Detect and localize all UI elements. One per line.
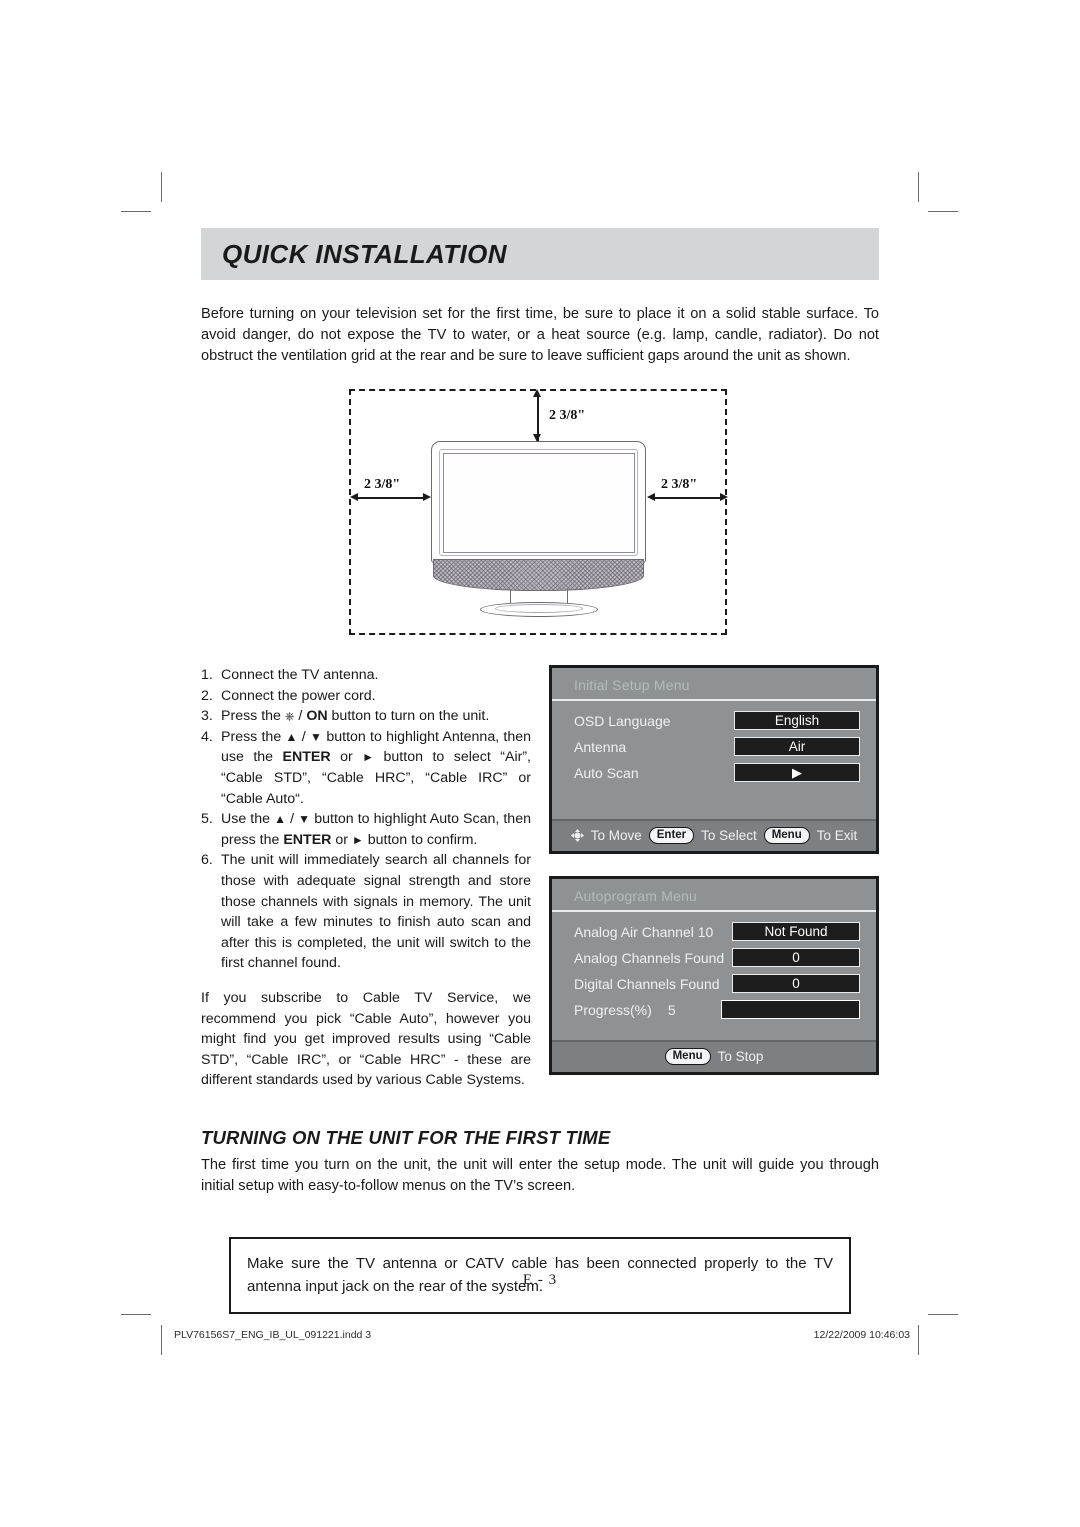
menu-key-badge[interactable]: Menu xyxy=(763,827,810,844)
dimension-label-left: 2 3/8" xyxy=(364,477,401,492)
tv-illustration xyxy=(431,441,646,617)
dimension-arrow-top-head-down xyxy=(533,434,541,442)
osd-row-analog-air-channel: Analog Air Channel 10 Not Found xyxy=(574,922,860,941)
play-arrow-icon[interactable]: ▶ xyxy=(734,763,860,782)
step-number: 5. xyxy=(201,811,213,828)
dimension-arrow-top-head-up xyxy=(533,389,541,397)
osd-row-label: Antenna xyxy=(574,738,627,755)
crop-mark-bottom-left-horizontal xyxy=(121,1314,151,1315)
osd-row-value: 0 xyxy=(732,948,860,967)
osd-autoprogram-menu: Autoprogram Menu Analog Air Channel 10 N… xyxy=(549,876,879,1075)
osd-row-label: Analog Channels Found xyxy=(574,949,725,966)
tv-inner-frame xyxy=(439,449,638,556)
osd-progress-value: 5 xyxy=(667,1001,676,1018)
osd-autoprogram-footer: Menu To Stop xyxy=(552,1040,876,1072)
step-text: Press the ▲ / ▼ button to highlight Ante… xyxy=(221,728,531,807)
steps-and-menus: 1. Connect the TV antenna. 2. Connect th… xyxy=(201,665,879,1105)
tv-screen xyxy=(442,452,635,553)
osd-row-antenna[interactable]: Antenna Air xyxy=(574,737,860,756)
osd-autoprogram-body: Analog Air Channel 10 Not Found Analog C… xyxy=(552,912,876,1040)
section-body: The first time you turn on the unit, the… xyxy=(201,1157,879,1195)
osd-row-progress: Progress(%) 5 xyxy=(574,1000,860,1019)
osd-bottom-padding xyxy=(574,789,860,811)
step-number: 1. xyxy=(201,667,213,683)
osd-footer-exit-label: To Exit xyxy=(816,828,858,843)
menu-key-badge[interactable]: Menu xyxy=(664,1048,711,1065)
crop-mark-bottom-left-vertical xyxy=(161,1325,162,1355)
step-number: 3. xyxy=(201,708,213,725)
osd-row-label: Auto Scan xyxy=(574,764,639,781)
dimension-label-top: 2 3/8" xyxy=(549,408,586,423)
tv-bezel xyxy=(431,441,646,563)
step-text: Connect the TV antenna. xyxy=(221,667,379,683)
enter-key-badge[interactable]: Enter xyxy=(648,827,695,844)
crop-mark-bottom-right-vertical xyxy=(918,1325,919,1355)
dimension-arrow-left-head-right xyxy=(423,493,431,501)
osd-row-label: OSD Language xyxy=(574,712,671,729)
step-number: 6. xyxy=(201,852,213,869)
crop-mark-top-left-horizontal xyxy=(121,211,151,212)
dimension-arrow-left-head-left xyxy=(350,493,358,501)
tv-stand-base-inner xyxy=(494,604,583,613)
intro-paragraph: Before turning on your television set fo… xyxy=(201,306,879,364)
progress-bar xyxy=(721,1000,860,1019)
step-number: 2. xyxy=(201,687,213,704)
osd-menu-screenshots: Initial Setup Menu OSD Language English … xyxy=(549,665,879,1075)
osd-row-value: 0 xyxy=(732,974,860,993)
crop-mark-top-right-vertical xyxy=(918,172,919,202)
cable-service-paragraph: If you subscribe to Cable TV Service, we… xyxy=(201,989,531,1089)
osd-initial-setup-title: Initial Setup Menu xyxy=(552,668,876,701)
footer-file-name: PLV76156S7_ENG_IB_UL_091221.indd 3 xyxy=(174,1329,372,1341)
section-heading: TURNING ON THE UNIT FOR THE FIRST TIME xyxy=(201,1127,611,1149)
list-item: 1. Connect the TV antenna. xyxy=(201,665,531,686)
clearance-diagram: 2 3/8" 2 3/8" 2 3/8" xyxy=(201,389,879,645)
step-number: 4. xyxy=(201,728,213,745)
osd-row-analog-channels-found: Analog Channels Found 0 xyxy=(574,948,860,967)
osd-autoprogram-title: Autoprogram Menu xyxy=(552,879,876,912)
crop-mark-top-left-vertical xyxy=(161,172,162,202)
osd-row-value[interactable]: English xyxy=(734,711,860,730)
dimension-arrow-right-line xyxy=(654,497,720,499)
page-title-bar: QUICK INSTALLATION xyxy=(201,228,879,280)
dimension-label-right: 2 3/8" xyxy=(661,477,698,492)
crop-mark-bottom-right-horizontal xyxy=(928,1314,958,1315)
osd-footer-select-label: To Select xyxy=(701,828,757,843)
page-title: QUICK INSTALLATION xyxy=(222,238,507,269)
osd-row-label: Digital Channels Found xyxy=(574,975,720,992)
osd-bottom-padding xyxy=(574,1026,860,1032)
tv-speaker-grille xyxy=(433,559,644,591)
crop-mark-top-right-horizontal xyxy=(928,211,958,212)
dimension-arrow-left-line xyxy=(357,497,423,499)
osd-initial-setup-menu: Initial Setup Menu OSD Language English … xyxy=(549,665,879,854)
list-item: 3. Press the ⎈ / ON button to turn on th… xyxy=(201,706,531,727)
dimension-arrow-right-head-right xyxy=(720,493,728,501)
osd-initial-setup-body: OSD Language English Antenna Air Auto Sc… xyxy=(552,701,876,819)
dimension-arrow-right-head-left xyxy=(647,493,655,501)
osd-footer-stop-label: To Stop xyxy=(717,1049,764,1064)
list-item: 4. Press the ▲ / ▼ button to highlight A… xyxy=(201,727,531,809)
osd-row-label: Analog Air Channel 10 xyxy=(574,923,714,940)
osd-initial-setup-footer: To Move Enter To Select Menu To Exit xyxy=(552,819,876,851)
osd-row-auto-scan[interactable]: Auto Scan ▶ xyxy=(574,763,860,782)
list-item: 5. Use the ▲ / ▼ button to highlight Aut… xyxy=(201,809,531,850)
osd-row-value[interactable]: Air xyxy=(734,737,860,756)
dpad-icon xyxy=(570,829,584,842)
osd-row-label: Progress(%) xyxy=(574,1001,652,1018)
osd-row-digital-channels-found: Digital Channels Found 0 xyxy=(574,974,860,993)
step-text: The unit will immediately search all cha… xyxy=(221,852,531,972)
list-item: 2. Connect the power cord. xyxy=(201,686,531,707)
page-number: E - 3 xyxy=(522,1272,558,1288)
footer-timestamp: 12/22/2009 10:46:03 xyxy=(813,1329,910,1341)
step-text: Use the ▲ / ▼ button to highlight Auto S… xyxy=(221,811,531,848)
numbered-steps-list: 1. Connect the TV antenna. 2. Connect th… xyxy=(201,665,531,1105)
list-item: 6. The unit will immediately search all … xyxy=(201,850,531,974)
osd-row-osd-language[interactable]: OSD Language English xyxy=(574,711,860,730)
osd-row-value: Not Found xyxy=(732,922,860,941)
page-content: QUICK INSTALLATION Before turning on you… xyxy=(201,228,879,1315)
osd-footer-move-label: To Move xyxy=(590,828,642,843)
step-text: Connect the power cord. xyxy=(221,687,376,704)
step-text: Press the ⎈ / ON button to turn on the u… xyxy=(221,708,490,725)
